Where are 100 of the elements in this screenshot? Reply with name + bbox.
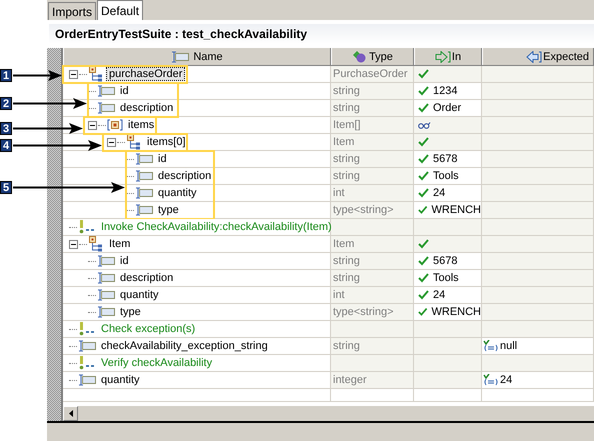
check-icon xyxy=(418,69,429,79)
type-cell: PurchaseOrder xyxy=(333,68,408,80)
input-value: Tools xyxy=(433,170,459,182)
callout-number: 2 xyxy=(0,97,12,110)
tree-item[interactable]: id xyxy=(156,153,169,165)
field-icon xyxy=(135,170,153,182)
field-icon xyxy=(135,187,153,199)
tree-item[interactable]: id xyxy=(118,85,131,97)
compare-icon xyxy=(483,374,499,386)
type-cell: Item[] xyxy=(333,119,361,131)
type-cell: string xyxy=(333,272,360,284)
check-icon xyxy=(418,239,429,249)
type-cell: string xyxy=(333,102,360,114)
type-cell: string xyxy=(333,153,360,165)
type-cell: string xyxy=(333,340,360,352)
check-icon xyxy=(418,273,429,283)
compare-icon xyxy=(483,340,499,352)
column-header[interactable]: In xyxy=(414,48,482,65)
collapse-toggle[interactable] xyxy=(107,138,116,146)
check-icon xyxy=(418,86,429,96)
array-icon xyxy=(107,119,123,131)
collapse-toggle[interactable] xyxy=(69,70,78,78)
input-value: WRENCH xyxy=(432,204,481,216)
horizontal-scrollbar[interactable] xyxy=(63,405,594,421)
callout-number: 4 xyxy=(0,139,12,152)
input-arrow-icon xyxy=(434,50,451,62)
gem-icon xyxy=(352,50,368,62)
structure-icon xyxy=(88,66,104,82)
scroll-left-icon xyxy=(68,410,72,417)
input-value: 24 xyxy=(433,289,446,301)
tree-item[interactable]: quantity xyxy=(99,374,142,386)
structure-icon xyxy=(126,134,142,150)
input-value: Order xyxy=(433,102,462,114)
type-cell: string xyxy=(333,170,360,182)
expected-value: 24 xyxy=(500,374,512,386)
check-icon xyxy=(418,256,429,266)
callout-number: 3 xyxy=(0,122,12,135)
input-value: 5678 xyxy=(433,153,458,165)
check-icon xyxy=(418,171,429,181)
collapse-toggle[interactable] xyxy=(69,240,78,248)
field-icon xyxy=(97,306,115,318)
tree-item[interactable]: description xyxy=(118,102,176,114)
glasses-icon xyxy=(418,121,431,129)
callout-arrow xyxy=(13,70,62,81)
type-cell: string xyxy=(333,255,360,267)
output-arrow-icon xyxy=(526,50,542,62)
callout-arrow xyxy=(13,123,83,134)
field-icon xyxy=(135,204,153,216)
tree-item[interactable]: items[0] xyxy=(145,136,188,148)
expected-value: null xyxy=(500,340,518,352)
tree-item[interactable]: quantity xyxy=(156,187,199,199)
field-icon xyxy=(97,272,115,284)
tree-item[interactable]: description xyxy=(156,170,214,182)
tree-item[interactable]: items xyxy=(126,119,156,131)
tree-item[interactable]: type xyxy=(156,204,181,216)
field-icon xyxy=(78,340,96,352)
tab[interactable]: Imports xyxy=(48,2,96,20)
input-value: WRENCH xyxy=(432,306,481,318)
field-icon xyxy=(78,374,96,386)
check-icon xyxy=(418,154,429,164)
tree-item[interactable]: purchaseOrder xyxy=(107,68,184,80)
check-icon xyxy=(418,137,429,147)
comment-icon xyxy=(78,356,96,370)
tree-item[interactable]: Item xyxy=(107,238,132,250)
structure-icon xyxy=(88,236,104,252)
tree-item[interactable]: description xyxy=(118,272,176,284)
check-icon xyxy=(418,307,428,317)
column-header[interactable]: Expected xyxy=(482,48,594,65)
type-cell: type<string> xyxy=(333,306,394,318)
collapse-toggle[interactable] xyxy=(88,120,97,130)
check-icon xyxy=(418,103,429,113)
check-icon xyxy=(418,205,428,215)
check-icon xyxy=(418,188,429,198)
callout-number: 5 xyxy=(0,181,12,194)
tree-item[interactable]: quantity xyxy=(118,289,161,301)
type-cell: int xyxy=(333,289,345,301)
input-value: 5678 xyxy=(433,255,458,267)
field-icon xyxy=(97,255,115,267)
type-cell: integer xyxy=(333,374,367,386)
check-icon xyxy=(418,290,429,300)
type-cell: type<string> xyxy=(333,204,394,216)
column-header[interactable]: Type xyxy=(331,48,414,65)
tab[interactable]: Default xyxy=(97,0,144,20)
comment-icon xyxy=(78,322,96,336)
column-header[interactable]: Name xyxy=(63,48,331,65)
input-value: 1234 xyxy=(433,85,458,97)
name-column-icon xyxy=(171,50,190,62)
tree-item[interactable]: Invoke CheckAvailability:checkAvailability(Item) xyxy=(99,221,334,233)
field-icon xyxy=(97,102,115,114)
comment-icon xyxy=(78,220,96,234)
tree-item[interactable]: id xyxy=(118,255,131,267)
input-value: 24 xyxy=(433,187,446,199)
tree-item[interactable]: type xyxy=(118,306,143,318)
field-icon xyxy=(135,153,153,165)
type-cell: Item xyxy=(333,136,354,148)
field-icon xyxy=(97,289,115,301)
type-cell: string xyxy=(333,85,360,97)
type-cell: Item xyxy=(333,238,354,250)
field-icon xyxy=(97,85,115,97)
type-cell: int xyxy=(333,187,345,199)
